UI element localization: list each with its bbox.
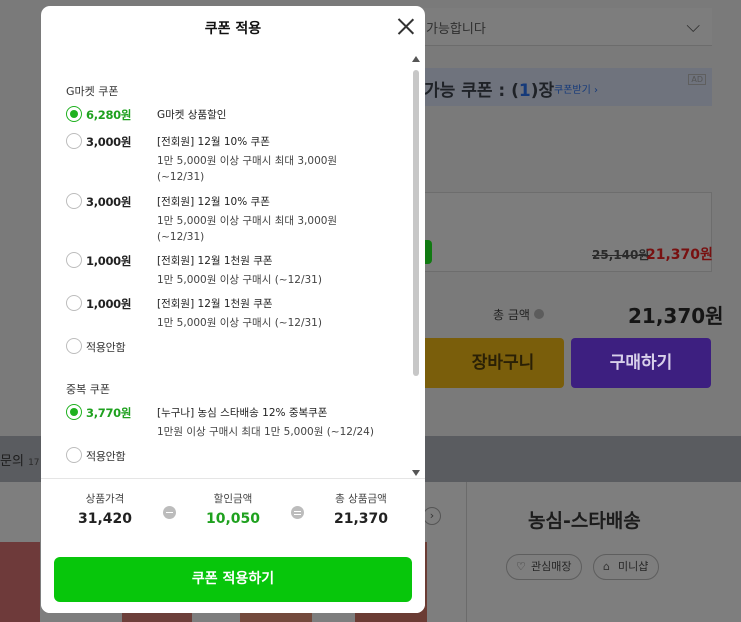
info-icon[interactable] [534, 309, 544, 319]
minishop-button[interactable]: ⌂ 미니샵 [593, 554, 660, 580]
coupon-condition: 1만원 이상 구매시 최대 1만 5,000원 (~12/24) [157, 426, 374, 438]
close-icon[interactable] [397, 17, 415, 35]
radio-button[interactable] [66, 295, 82, 311]
minus-icon [163, 506, 176, 519]
option-select[interactable]: 가능합니다 ⌵ [412, 8, 712, 46]
coupon-condition: 1만 5,000원 이상 구매시 최대 3,000원 (~12/31) [157, 155, 338, 183]
coupon-option[interactable]: 1,000원 [전회원] 12월 1천원 쿠폰 1만 5,000원 이상 구매시… [66, 295, 396, 331]
coupon-option-none[interactable]: 적용안함 [66, 447, 396, 467]
radio-button[interactable] [66, 133, 82, 149]
section-title-gmarket: G마켓 쿠폰 [66, 85, 119, 98]
coupon-amount: 3,000원 [86, 135, 132, 149]
coupon-amount: 3,000원 [86, 195, 132, 209]
radio-button[interactable] [66, 252, 82, 268]
summary-total-value: 21,370 [333, 511, 389, 527]
apply-coupon-button[interactable]: 쿠폰 적용하기 [54, 557, 412, 602]
equals-icon [291, 506, 304, 519]
chevron-down-icon: ⌵ [686, 16, 700, 37]
summary-discount: 할인금액 10,050 [178, 491, 288, 527]
tab-inquiry[interactable]: 문의 17 [0, 450, 40, 469]
coupon-list[interactable]: G마켓 쿠폰 6,280원 G마켓 상품할인 3,000원 [전회원] 12월 … [41, 52, 425, 478]
summary-discount-value: 10,050 [205, 511, 261, 527]
divider [466, 482, 467, 622]
coupon-name: [누구나] 농심 스타배송 12% 중복쿠폰 [157, 407, 328, 419]
discounted-price: 21,370원 [646, 247, 713, 263]
summary-price: 상품가격 31,420 [50, 491, 160, 527]
coupon-condition: 1만 5,000원 이상 구매시 최대 3,000원 (~12/31) [157, 215, 338, 243]
coupon-option[interactable]: 3,770원 [누구나] 농심 스타배송 12% 중복쿠폰 1만원 이상 구매시… [66, 404, 396, 440]
option-select-text: 가능합니다 [426, 22, 486, 37]
radio-button[interactable] [66, 447, 82, 463]
summary-discount-label: 할인금액 [213, 493, 253, 505]
modal-header: 쿠폰 적용 [41, 6, 425, 50]
coupon-name: [전회원] 12월 10% 쿠폰 [157, 196, 270, 208]
summary-total: 총 상품금액 21,370 [306, 491, 416, 527]
coupon-name: [전회원] 12월 1천원 쿠폰 [157, 298, 273, 310]
radio-button[interactable] [66, 193, 82, 209]
total-label: 총 금액 [493, 308, 530, 322]
get-coupon-link[interactable]: 쿠폰받기 › [554, 81, 598, 96]
section-title-duplicate: 중복 쿠폰 [66, 383, 110, 396]
coupon-condition: 1만 5,000원 이상 구매시 (~12/31) [157, 317, 322, 329]
coupon-name: G마켓 상품할인 [157, 109, 227, 121]
coupon-option[interactable]: 3,000원 [전회원] 12월 10% 쿠폰 1만 5,000원 이상 구매시… [66, 193, 396, 245]
chevron-right-icon[interactable]: › [423, 507, 441, 525]
radio-button[interactable] [66, 338, 82, 354]
scroll-up-arrow-icon[interactable] [412, 56, 420, 62]
home-icon: ⌂ [603, 560, 610, 573]
summary-total-label: 총 상품금액 [335, 493, 387, 505]
heart-icon: ♡ [516, 560, 526, 573]
coupon-option-none[interactable]: 적용안함 [66, 338, 396, 358]
coupon-condition: 1만 5,000원 이상 구매시 (~12/31) [157, 274, 322, 286]
coupon-amount: 1,000원 [86, 297, 132, 311]
favorite-store-button[interactable]: ♡ 관심매장 [506, 554, 583, 580]
coupon-amount: 6,280원 [86, 108, 132, 122]
cart-button[interactable]: 장바구니 [412, 338, 564, 388]
coupon-amount: 3,770원 [86, 406, 132, 420]
total-value: 21,370원 [628, 304, 724, 328]
product-thumbnail[interactable] [0, 542, 40, 622]
no-coupon-label: 적용안함 [86, 450, 126, 463]
coupon-available-text: 가능 쿠폰 : (1)장 [424, 81, 555, 101]
store-name: 농심-스타배송 [528, 510, 641, 532]
coupon-name: [전회원] 12월 1천원 쿠폰 [157, 255, 273, 267]
radio-button[interactable] [66, 404, 82, 420]
coupon-modal: 쿠폰 적용 G마켓 쿠폰 6,280원 G마켓 상품할인 3,000원 [전회원… [41, 6, 425, 613]
buy-button[interactable]: 구매하기 [571, 338, 711, 388]
coupon-option[interactable]: 3,000원 [전회원] 12월 10% 쿠폰 1만 5,000원 이상 구매시… [66, 133, 396, 185]
coupon-name: [전회원] 12월 10% 쿠폰 [157, 136, 270, 148]
coupon-option[interactable]: 1,000원 [전회원] 12월 1천원 쿠폰 1만 5,000원 이상 구매시… [66, 252, 396, 288]
modal-title: 쿠폰 적용 [204, 21, 262, 37]
radio-button[interactable] [66, 106, 82, 122]
scrollbar-thumb[interactable] [413, 70, 419, 376]
ad-badge: AD [688, 74, 706, 85]
summary-price-label: 상품가격 [85, 493, 125, 505]
summary-footer: 상품가격 31,420 할인금액 10,050 총 상품금액 21,370 쿠폰… [41, 478, 425, 613]
no-coupon-label: 적용안함 [86, 341, 126, 354]
scroll-down-arrow-icon[interactable] [412, 470, 420, 476]
summary-price-value: 31,420 [77, 511, 133, 527]
coupon-available-bar: 가능 쿠폰 : (1)장 쿠폰받기 › AD [412, 68, 712, 106]
coupon-option[interactable]: 6,280원 G마켓 상품할인 [66, 106, 396, 126]
original-price: 25,140원 [592, 248, 650, 262]
coupon-amount: 1,000원 [86, 254, 132, 268]
